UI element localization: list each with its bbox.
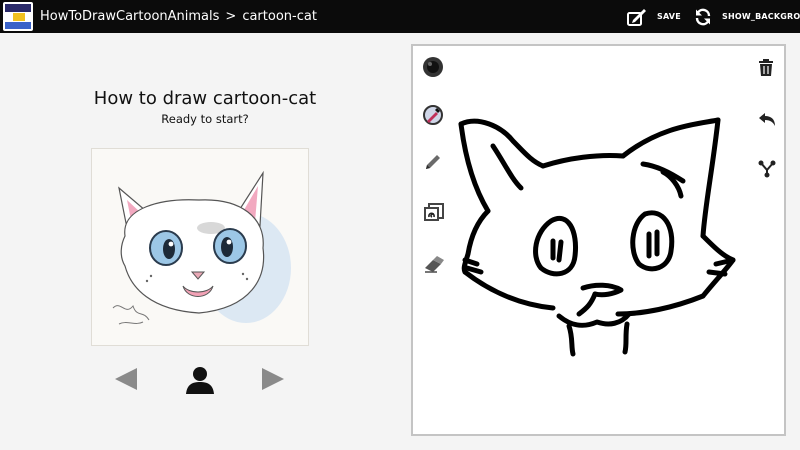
lesson-subtitle: Ready to start? xyxy=(161,112,249,126)
show-background-button[interactable]: SHOW_BACKGROUND xyxy=(694,0,800,33)
undo-tool[interactable] xyxy=(758,112,776,131)
reference-image xyxy=(91,148,309,346)
share-icon xyxy=(758,160,776,178)
breadcrumb: HowToDrawCartoonAnimals > cartoon-cat xyxy=(40,0,317,33)
trash-icon xyxy=(759,59,773,76)
clear-canvas-tool[interactable] xyxy=(758,59,774,81)
reference-cat-drawing xyxy=(112,170,291,325)
text-stamp-tool[interactable] xyxy=(423,202,445,226)
drawing-canvas[interactable] xyxy=(411,44,786,436)
undo-icon xyxy=(759,113,775,126)
refresh-icon xyxy=(695,8,711,25)
eraser-tool[interactable] xyxy=(423,254,445,278)
share-tool[interactable] xyxy=(758,160,776,182)
profile-button[interactable] xyxy=(184,366,216,398)
arrow-left-icon xyxy=(115,368,137,390)
action-bar: HowToDrawCartoonAnimals > cartoon-cat SAVE… xyxy=(0,0,800,33)
save-label: SAVE xyxy=(657,12,681,21)
previous-step-button[interactable] xyxy=(113,366,139,396)
save-button[interactable]: SAVE xyxy=(627,0,681,33)
breadcrumb-separator: > xyxy=(225,9,237,24)
app-logo[interactable] xyxy=(3,2,33,31)
color-picker-tool[interactable] xyxy=(422,104,444,130)
lesson-title: How to draw cartoon-cat xyxy=(93,88,317,109)
save-icon xyxy=(627,8,646,26)
pencil-icon xyxy=(426,155,440,169)
color-picker-icon xyxy=(423,105,443,125)
brush-size-tool[interactable] xyxy=(422,56,444,82)
pencil-tool[interactable] xyxy=(423,152,443,176)
breadcrumb-parent[interactable]: HowToDrawCartoonAnimals xyxy=(40,9,219,24)
eraser-icon xyxy=(425,256,444,273)
next-step-button[interactable] xyxy=(260,366,286,396)
brush-size-icon xyxy=(423,57,443,77)
person-icon xyxy=(186,367,214,394)
breadcrumb-current: cartoon-cat xyxy=(242,9,317,24)
arrow-right-icon xyxy=(262,368,284,390)
text-stamp-icon xyxy=(424,203,444,221)
user-drawing xyxy=(458,117,736,357)
show-background-label: SHOW_BACKGROUND xyxy=(722,12,800,21)
